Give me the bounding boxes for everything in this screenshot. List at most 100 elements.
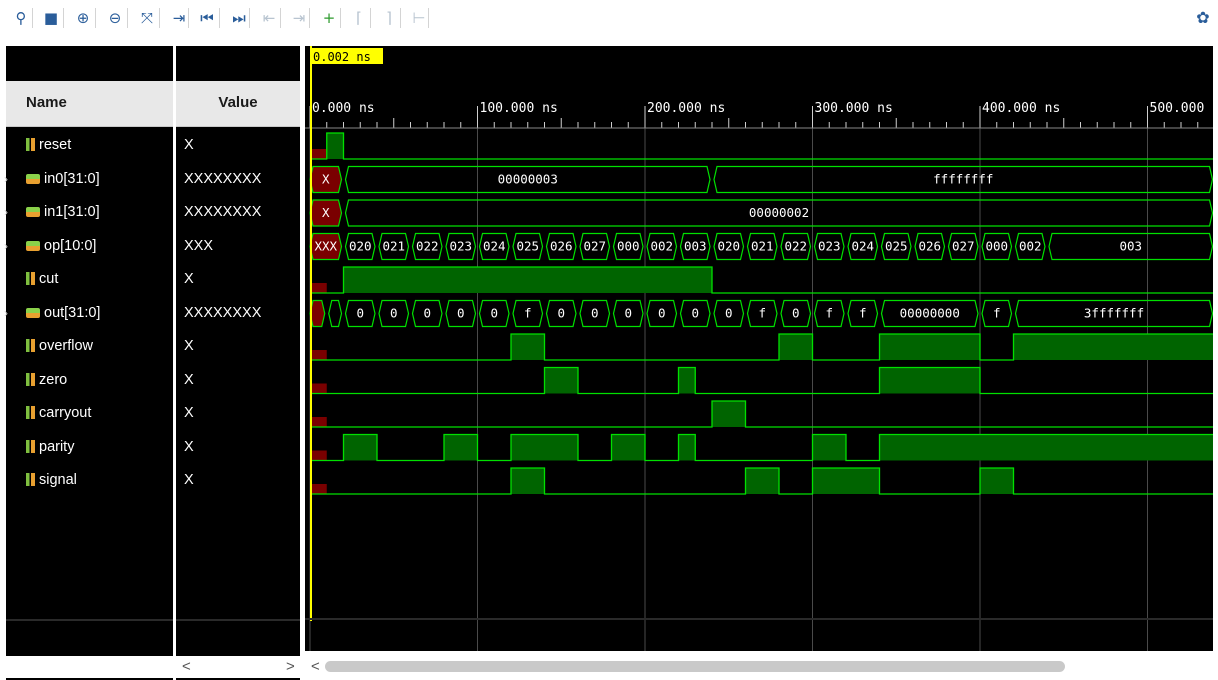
signal-value: X [184, 338, 194, 354]
bus-value-label: 022 [416, 239, 439, 254]
waveform-scrollbar[interactable]: < [305, 656, 1218, 678]
zoom-out-icon[interactable]: ⊖ [104, 7, 126, 29]
bus-value-label: f [993, 306, 1001, 321]
bus-value-label: 3fffffff [1084, 306, 1144, 321]
save-icon[interactable]: ■ [40, 7, 62, 29]
go-to-last-time-icon[interactable]: ⏭ [228, 7, 250, 29]
toolbar-separator [280, 8, 281, 28]
tick-label: 200.000 ns [647, 101, 725, 116]
signal-row-reset[interactable]: reset [6, 129, 173, 162]
bus-value-label: 027 [952, 239, 975, 254]
value-column-header[interactable]: Value [176, 81, 300, 127]
signal-value-row[interactable]: XXXXXXXX [176, 163, 300, 196]
bit-signal-icon [26, 372, 35, 386]
high-pulse [511, 334, 545, 360]
signal-value-row[interactable]: X [176, 129, 300, 162]
signal-value-row[interactable]: X [176, 397, 300, 430]
tick-label: 400.000 ns [982, 101, 1060, 116]
signal-value-row[interactable]: X [176, 263, 300, 296]
bus-value-label: 026 [918, 239, 941, 254]
high-pulse [343, 434, 377, 461]
bus-value-label: 00000000 [900, 306, 960, 321]
bus-value-label: 0 [691, 306, 699, 321]
signal-name: out[31:0] [44, 304, 101, 321]
toolbar-separator [249, 8, 250, 28]
bus-value-label: 025 [885, 239, 908, 254]
gear-icon[interactable]: ✿ [1192, 7, 1214, 29]
high-pulse [812, 434, 846, 461]
high-pulse [511, 434, 578, 461]
toolbar-separator [370, 8, 371, 28]
zoom-in-icon[interactable]: ⊕ [72, 7, 94, 29]
signal-row-parity[interactable]: parity [6, 431, 173, 464]
waveform-pane[interactable]: 0.000 ns 100.000 ns 200.000 ns 300.000 ns 40… [305, 46, 1213, 651]
signal-name: in1[31:0] [44, 204, 100, 220]
bus-value-label: 003 [1119, 239, 1142, 254]
value-scrollbar[interactable]: < > [176, 656, 300, 678]
signal-value: X [184, 438, 194, 455]
signal-value-row[interactable]: XXXXXXXX [176, 196, 300, 229]
bus-value-label: 0 [725, 306, 733, 321]
toolbar-separator [95, 8, 96, 28]
bus-value-label: 0 [490, 306, 498, 321]
bus-value-label: X [322, 172, 330, 187]
scroll-left-arrow-icon[interactable]: < [182, 658, 191, 675]
signal-row-op[interactable]: › op[10:0] [4, 230, 173, 263]
bus-signal-icon [26, 173, 40, 184]
signal-value-row[interactable]: X [176, 364, 300, 397]
signal-row-zero[interactable]: zero [6, 364, 173, 397]
bus-value-label: 0 [792, 306, 800, 321]
x-state-block [310, 350, 327, 360]
signal-row-in1[interactable]: › in1[31:0] [4, 196, 173, 229]
signal-row-carryout[interactable]: carryout [6, 397, 173, 430]
signal-name: cut [39, 271, 59, 287]
go-to-time-zero-icon[interactable]: ⏮ [196, 7, 218, 29]
signal-name: carryout [39, 405, 92, 421]
expand-chevron-icon[interactable]: › [4, 163, 8, 196]
bus-value-label: 0 [557, 306, 565, 321]
signal-row-signal[interactable]: signal [6, 464, 173, 497]
search-icon[interactable]: ⚲ [10, 7, 32, 29]
high-pulse [745, 468, 779, 494]
high-pulse [343, 267, 712, 293]
expand-chevron-icon[interactable]: › [4, 297, 8, 330]
scroll-right-arrow-icon[interactable]: > [286, 658, 295, 675]
waveform-canvas[interactable]: 0.000 ns 100.000 ns 200.000 ns 300.000 ns 40… [305, 46, 1213, 651]
signal-row-overflow[interactable]: overflow [6, 330, 173, 363]
signal-value-row[interactable]: X [176, 464, 300, 497]
tick-label: 100.000 ns [480, 101, 558, 116]
waveform-scroll-thumb[interactable] [325, 661, 1065, 672]
signal-name: op[10:0] [44, 237, 97, 254]
signal-value-row[interactable]: XXX [176, 230, 300, 263]
bus-value-label: 0 [356, 306, 364, 321]
bus-value-label: 0 [457, 306, 465, 321]
high-pulse [712, 401, 746, 427]
bus-value-label: 024 [483, 239, 506, 254]
signal-row-cut[interactable]: cut [6, 263, 173, 296]
expand-chevron-icon[interactable]: › [4, 230, 8, 263]
signal-value-row[interactable]: X [176, 330, 300, 363]
bus-value-label: XXX [314, 239, 337, 254]
signal-value: XXX [184, 237, 214, 254]
expand-chevron-icon[interactable]: › [4, 196, 8, 229]
signal-value: XXXXXXXX [184, 304, 262, 321]
next-transition-icon: ⇥ [292, 9, 306, 27]
cursor-ruler [305, 46, 1213, 81]
signal-value: X [184, 405, 194, 421]
add-marker-icon[interactable]: + [318, 7, 340, 29]
waveform-scroll-left-icon[interactable]: < [311, 658, 320, 675]
name-column-header[interactable]: Name [6, 81, 173, 127]
high-pulse [326, 133, 344, 159]
signal-row-in0[interactable]: › in0[31:0] [4, 163, 173, 196]
x-state-block [310, 417, 327, 427]
toolbar-separator [159, 8, 160, 28]
bit-signal-icon [26, 138, 35, 151]
bus-value-label: 0 [591, 306, 599, 321]
signal-value-row[interactable]: X [176, 431, 300, 464]
name-scrollbar[interactable] [6, 656, 173, 678]
zoom-fit-icon[interactable]: ⤧ [136, 7, 158, 29]
go-to-cursor-icon[interactable]: ⇥ [168, 7, 190, 29]
signal-value-row[interactable]: XXXXXXXX [176, 297, 300, 330]
x-state-block [310, 283, 327, 293]
signal-row-out[interactable]: › out[31:0] [4, 297, 173, 330]
